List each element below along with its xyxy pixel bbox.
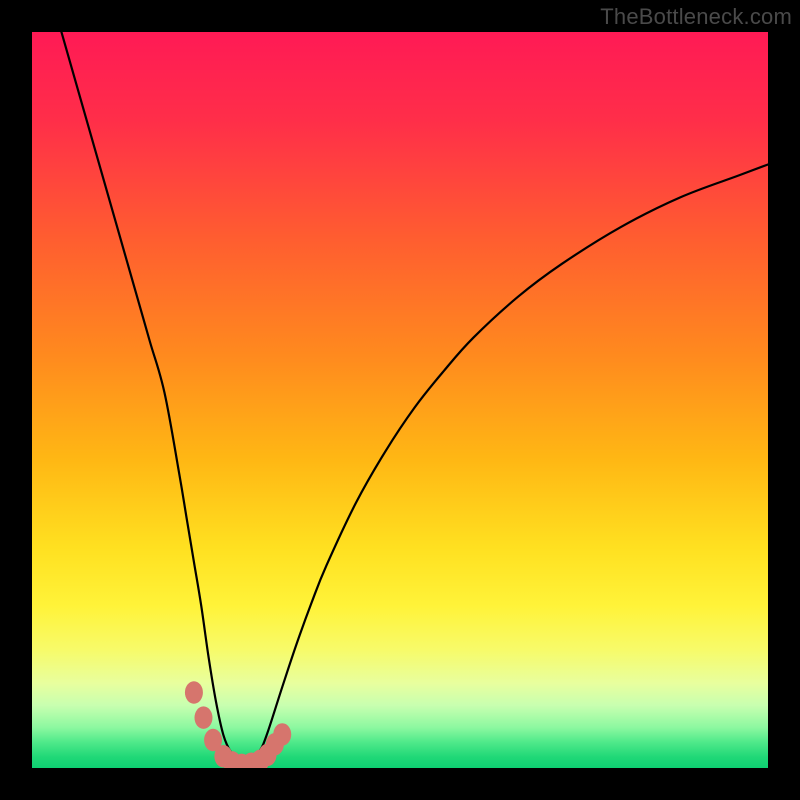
attribution-label: TheBottleneck.com xyxy=(600,4,792,30)
plot-area xyxy=(32,32,768,768)
gradient-background xyxy=(32,32,768,768)
chart-frame: TheBottleneck.com xyxy=(0,0,800,800)
